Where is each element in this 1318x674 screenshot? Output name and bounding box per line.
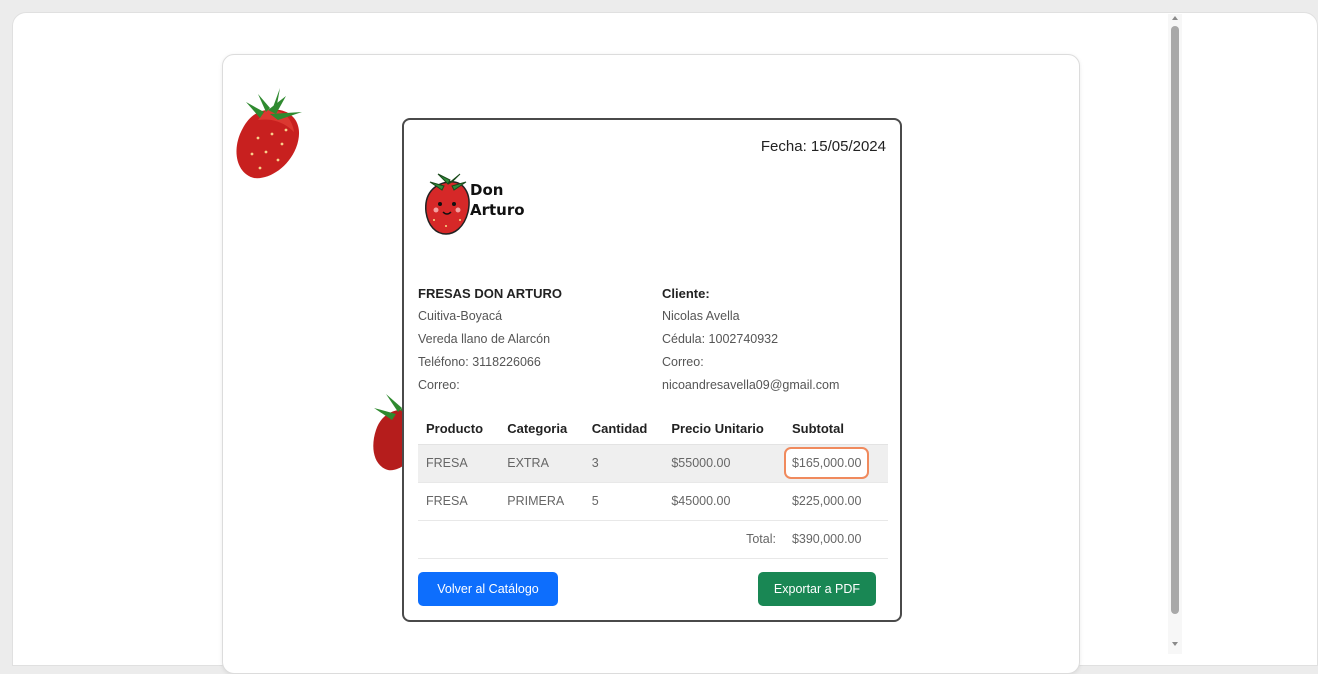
scroll-down-icon[interactable]: [1172, 642, 1178, 646]
table-cell: $55000.00: [663, 444, 784, 483]
client-label: Cliente:: [662, 286, 710, 301]
table-row: FRESA PRIMERA 5 $45000.00 $225,000.00: [418, 482, 888, 521]
client-email-label: Correo:: [662, 355, 704, 369]
client-name: Nicolas Avella: [662, 309, 740, 323]
table-cell: 3: [583, 444, 664, 483]
back-to-catalog-button[interactable]: Volver al Catálogo: [418, 572, 558, 606]
strawberry-decoration-icon: [236, 88, 302, 179]
total-value: $390,000.00: [783, 520, 888, 559]
table-row: FRESA EXTRA 3 $55000.00 $165,000.00: [418, 444, 888, 483]
invoice-card: Fecha: 15/05/2024 Don Arturo FRESAS DON …: [402, 118, 902, 622]
scroll-up-icon[interactable]: [1172, 16, 1178, 20]
client-email: nicoandresavella09@gmail.com: [662, 378, 840, 392]
total-row: Total: $390,000.00: [418, 520, 888, 559]
table-header-row: Producto Categoria Cantidad Precio Unita…: [418, 414, 888, 445]
seller-city: Cuitiva-Boyacá: [418, 309, 503, 323]
highlighted-subtotal: $165,000.00: [783, 447, 870, 479]
seller-email: Correo:: [418, 378, 460, 392]
seller-phone: Teléfono: 3118226066: [418, 355, 541, 369]
column-header: Categoria: [499, 414, 584, 445]
invoice-table: Producto Categoria Cantidad Precio Unita…: [418, 414, 888, 559]
column-header: Precio Unitario: [663, 414, 784, 445]
table-cell: 5: [583, 482, 664, 521]
table-cell: FRESA: [418, 444, 500, 483]
table-cell: EXTRA: [499, 444, 584, 483]
subtotal-cell: $165,000.00: [783, 444, 888, 483]
table-cell: PRIMERA: [499, 482, 584, 521]
seller-info: FRESAS DON ARTURO Cuitiva-Boyacá Vereda …: [418, 282, 562, 397]
total-label: Total:: [418, 520, 784, 559]
brand-name: Don Arturo: [470, 181, 525, 219]
invoice-date: Fecha: 15/05/2024: [760, 138, 886, 155]
column-header: Producto: [418, 414, 500, 445]
column-header: Cantidad: [583, 414, 664, 445]
table-cell: $225,000.00: [783, 482, 888, 521]
table-cell: FRESA: [418, 482, 500, 521]
export-pdf-button[interactable]: Exportar a PDF: [758, 572, 876, 606]
column-header: Subtotal: [783, 414, 888, 445]
seller-address: Vereda llano de Alarcón: [418, 332, 551, 346]
scrollbar-thumb[interactable]: [1171, 26, 1179, 614]
seller-name: FRESAS DON ARTURO: [418, 286, 562, 301]
client-info: Cliente: Nicolas Avella Cédula: 10027409…: [662, 282, 839, 397]
table-cell: $45000.00: [663, 482, 784, 521]
client-id: Cédula: 1002740932: [662, 332, 779, 346]
